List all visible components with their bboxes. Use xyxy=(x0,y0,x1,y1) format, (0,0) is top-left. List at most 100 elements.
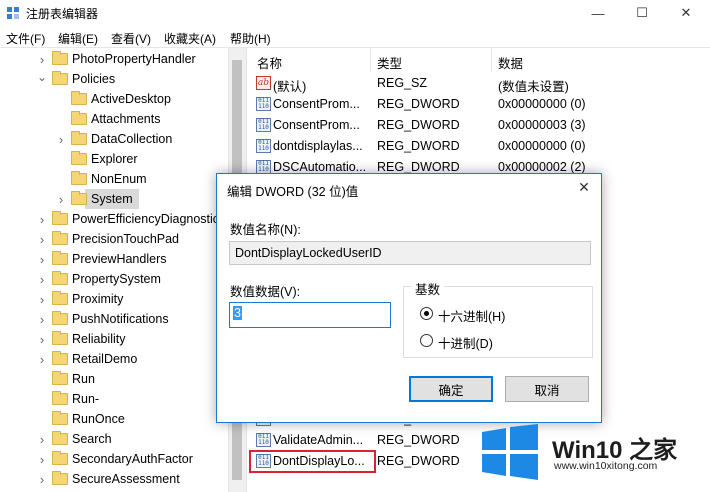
close-icon: ✕ xyxy=(680,5,692,20)
edit-dword-dialog: 编辑 DWORD (32 位)值 ✕ 数值名称(N): DontDisplayL… xyxy=(216,173,602,423)
chevron-right-icon[interactable]: › xyxy=(36,52,48,67)
minimize-button[interactable]: — xyxy=(576,0,620,26)
tree-item[interactable]: › PushNotifications xyxy=(36,309,169,329)
radio-decimal[interactable] xyxy=(420,334,433,347)
value-row[interactable]: 011 110 ConsentProm... REG_DWORD 0x00000003… xyxy=(252,115,710,136)
chevron-right-icon[interactable]: › xyxy=(36,312,48,327)
folder-icon xyxy=(52,231,68,245)
tree-item[interactable]: Attachments xyxy=(55,109,160,129)
folder-icon xyxy=(52,211,68,225)
chevron-right-icon[interactable]: › xyxy=(36,252,48,267)
tree-item[interactable]: › PowerEfficiencyDiagnostic xyxy=(36,209,219,229)
cancel-button[interactable]: 取消 xyxy=(505,376,589,402)
folder-icon xyxy=(52,411,68,425)
tree-item[interactable]: › Reliability xyxy=(36,329,126,349)
menu-edit[interactable]: 编辑(E) xyxy=(58,30,98,47)
tree-item[interactable]: ActiveDesktop xyxy=(55,89,171,109)
tree-item[interactable]: › SecureAssessment xyxy=(36,469,180,489)
chevron-right-icon[interactable]: › xyxy=(36,292,48,307)
value-type: REG_DWORD xyxy=(377,139,460,153)
value-row[interactable]: 011 110 dontdisplaylas... REG_DWORD 0x00000… xyxy=(252,136,710,157)
close-button[interactable]: ✕ xyxy=(664,0,708,26)
radio-decimal-label[interactable]: 十进制(D) xyxy=(438,333,493,352)
value-name: DSCAutomatio... xyxy=(273,160,367,174)
column-header-data[interactable]: 数据 xyxy=(498,53,523,72)
tree-item-label: PrecisionTouchPad xyxy=(72,232,180,246)
dialog-close-button[interactable]: ✕ xyxy=(573,177,595,197)
chevron-right-icon[interactable]: › xyxy=(36,472,48,487)
folder-icon xyxy=(71,151,87,165)
chevron-right-icon[interactable]: › xyxy=(36,432,48,447)
tree-item[interactable]: › Proximity xyxy=(36,289,123,309)
radio-hex[interactable] xyxy=(420,307,433,320)
dialog-title: 编辑 DWORD (32 位)值 xyxy=(227,185,359,199)
chevron-right-icon[interactable]: › xyxy=(36,232,48,247)
minimize-icon: — xyxy=(591,5,605,21)
chevron-right-icon[interactable]: › xyxy=(36,352,48,367)
tree-item-label: Proximity xyxy=(72,292,124,306)
value-name-field: DontDisplayLockedUserID xyxy=(229,241,591,265)
column-divider[interactable] xyxy=(370,48,371,72)
menu-file[interactable]: 文件(F) xyxy=(6,30,45,47)
tree-item[interactable]: › RetailDemo xyxy=(36,349,137,369)
chevron-right-icon[interactable]: › xyxy=(36,332,48,347)
watermark-url: www.win10xitong.com xyxy=(554,460,658,472)
tree-item[interactable]: › DataCollection xyxy=(55,129,172,149)
value-row[interactable]: ab (默认) REG_SZ (数值未设置) xyxy=(252,73,710,94)
menu-favorites[interactable]: 收藏夹(A) xyxy=(164,30,216,47)
tree-item[interactable]: RunOnce xyxy=(36,409,125,429)
tree-item[interactable]: › Search xyxy=(36,429,112,449)
tree-item[interactable]: ⌄ Policies xyxy=(36,69,115,89)
column-header-name[interactable]: 名称 xyxy=(257,53,282,72)
menu-view[interactable]: 查看(V) xyxy=(111,30,151,47)
tree-item[interactable]: › PhotoPropertyHandler xyxy=(36,49,196,69)
tree-item[interactable]: NonEnum xyxy=(55,169,147,189)
tree-item-label: Run xyxy=(72,372,95,386)
ok-button[interactable]: 确定 xyxy=(409,376,493,402)
value-data-input[interactable]: 3 xyxy=(229,302,391,328)
folder-icon xyxy=(52,251,68,265)
chevron-right-icon[interactable]: › xyxy=(36,212,48,227)
menu-help[interactable]: 帮助(H) xyxy=(230,30,271,47)
column-header-type[interactable]: 类型 xyxy=(377,53,402,72)
chevron-right-icon[interactable]: › xyxy=(55,192,67,207)
folder-icon xyxy=(52,331,68,345)
tree-item[interactable]: › PropertySystem xyxy=(36,269,161,289)
tree-item[interactable]: › System xyxy=(55,189,139,209)
folder-icon xyxy=(52,311,68,325)
tree-item-label: PushNotifications xyxy=(72,312,169,326)
value-type: REG_DWORD xyxy=(377,97,460,111)
value-type: REG_DWORD xyxy=(377,160,460,174)
value-name: ConsentProm... xyxy=(273,118,360,132)
tree-item[interactable]: Run- xyxy=(36,389,99,409)
regedit-app-icon xyxy=(7,7,19,19)
tree-item[interactable]: Run xyxy=(36,369,95,389)
maximize-button[interactable]: ☐ xyxy=(620,0,664,26)
values-header: 名称 类型 数据 xyxy=(252,48,710,72)
tree-item[interactable]: › SecondaryAuthFactor xyxy=(36,449,193,469)
chevron-right-icon[interactable]: › xyxy=(36,272,48,287)
radio-hex-label[interactable]: 十六进制(H) xyxy=(438,306,505,325)
folder-icon xyxy=(52,451,68,465)
folder-icon xyxy=(52,271,68,285)
value-data: (数值未设置) xyxy=(498,80,569,94)
chevron-right-icon[interactable]: › xyxy=(36,452,48,467)
value-name: (默认) xyxy=(273,80,307,94)
folder-icon xyxy=(52,291,68,305)
binary-value-icon: 011 110 xyxy=(256,160,271,174)
value-type: REG_DWORD xyxy=(377,454,460,468)
highlight-box xyxy=(249,450,376,473)
tree-item[interactable]: Explorer xyxy=(55,149,138,169)
tree-item-label: Explorer xyxy=(91,152,138,166)
value-name: ValidateAdmin... xyxy=(273,433,364,447)
tree-item[interactable]: › PrecisionTouchPad xyxy=(36,229,179,249)
chevron-right-icon[interactable]: › xyxy=(55,132,67,147)
base-group-label: 基数 xyxy=(411,279,445,298)
value-row[interactable]: 011 110 ConsentProm... REG_DWORD 0x00000000… xyxy=(252,94,710,115)
chevron-down-icon[interactable]: ⌄ xyxy=(36,70,48,84)
tree-item[interactable]: › PreviewHandlers xyxy=(36,249,166,269)
column-divider[interactable] xyxy=(491,48,492,72)
